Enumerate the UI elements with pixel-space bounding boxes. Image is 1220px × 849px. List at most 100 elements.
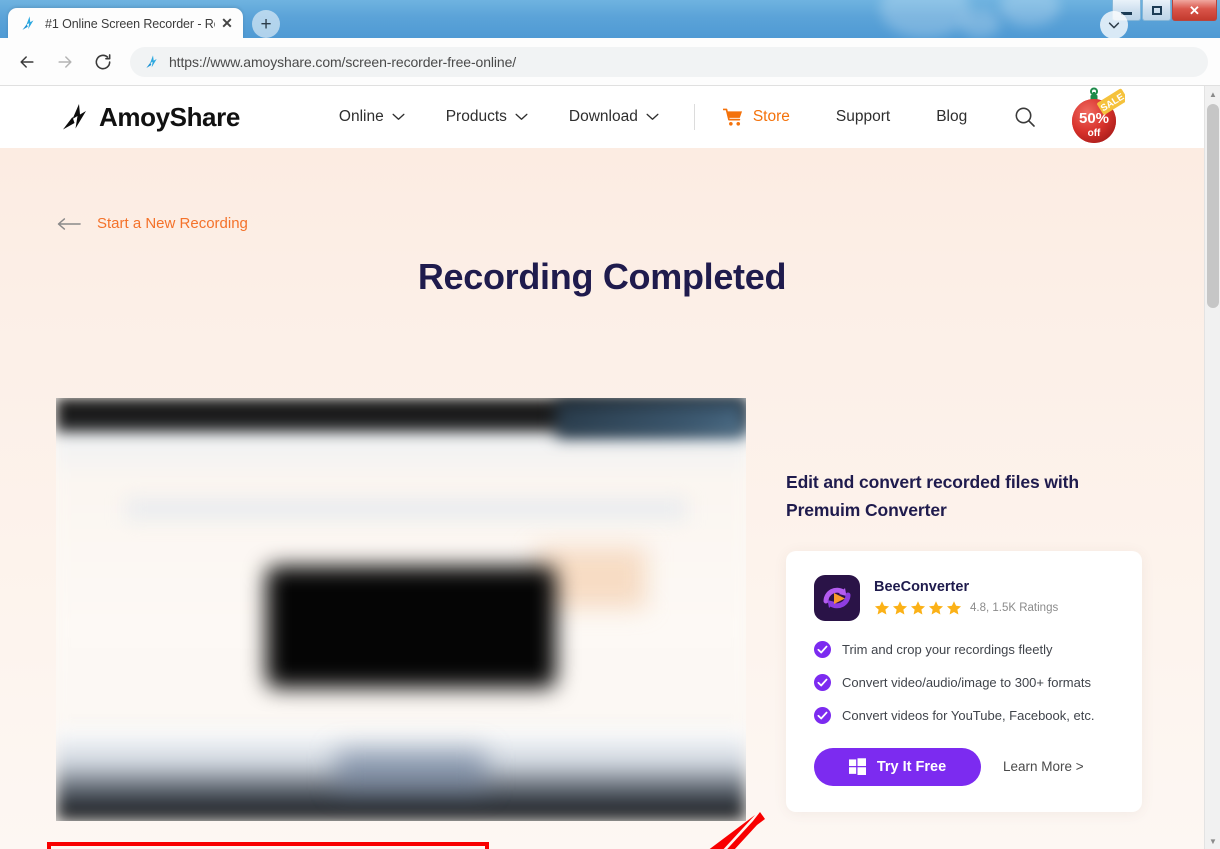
feature-item: Convert videos for YouTube, Facebook, et… — [814, 706, 1114, 724]
maximize-button[interactable] — [1142, 0, 1171, 21]
browser-toolbar: https://www.amoyshare.com/screen-recorde… — [0, 38, 1220, 86]
screenshot-root: ✕ #1 Online Screen Recorder - Rec ✕ + ht… — [0, 0, 1220, 849]
sale-promo-badge[interactable]: 50% off SALE — [1063, 86, 1128, 148]
reload-icon — [95, 53, 111, 69]
svg-text:off: off — [1088, 128, 1101, 139]
feature-text: Convert videos for YouTube, Facebook, et… — [842, 707, 1095, 723]
learn-more-link[interactable]: Learn More > — [1003, 759, 1084, 774]
tab-list-button[interactable] — [1100, 11, 1128, 38]
search-icon — [1015, 107, 1036, 127]
star-icon — [910, 601, 926, 615]
download-controls: Auto WEBM Download — [0, 812, 1204, 849]
amoyshare-favicon-icon — [146, 54, 157, 68]
hero-section: Start a New Recording Recording Complete… — [0, 148, 1204, 849]
web-page: AmoyShare Online Products Download Store… — [0, 86, 1204, 849]
nav-label: Products — [445, 108, 507, 125]
amoyshare-favicon-icon — [22, 16, 34, 30]
beeconverter-app-icon — [814, 574, 860, 621]
preview-blur-layer — [556, 398, 746, 438]
arrow-left-icon — [20, 55, 34, 68]
chevron-down-icon — [392, 113, 405, 120]
titlebar-glow — [960, 10, 1000, 38]
app-meta: BeeConverter 4.8, 1.5K Ratings — [874, 579, 1058, 616]
nav-label: Blog — [936, 108, 968, 125]
recording-preview[interactable] — [56, 398, 746, 821]
annotation-highlight-box — [47, 842, 489, 849]
reload-button[interactable] — [88, 47, 118, 77]
app-name: BeeConverter — [874, 579, 970, 596]
ornament-sale-icon: 50% off SALE — [1072, 87, 1128, 143]
nav-label: Download — [568, 108, 638, 125]
app-rating: 4.8, 1.5K Ratings — [874, 600, 1058, 616]
preview-blur-layer — [126, 498, 686, 520]
nav-label: Support — [835, 108, 891, 125]
nav-item-support[interactable]: Support — [836, 108, 890, 126]
new-tab-button[interactable]: + — [252, 10, 280, 38]
chevron-down-icon — [646, 113, 659, 120]
logo-text: AmoyShare — [99, 101, 240, 132]
page-title: Recording Completed — [417, 256, 787, 297]
star-icon — [928, 601, 944, 615]
scrollbar-thumb[interactable] — [1207, 104, 1219, 308]
windows-icon — [848, 758, 866, 776]
star-rating — [874, 600, 962, 616]
address-bar[interactable]: https://www.amoyshare.com/screen-recorde… — [130, 46, 1208, 77]
promo-panel: Edit and convert recorded files with Pre… — [786, 468, 1142, 812]
feature-text: Convert video/audio/image to 300+ format… — [842, 674, 1091, 690]
feature-item: Convert video/audio/image to 300+ format… — [814, 673, 1114, 691]
star-icon — [874, 601, 890, 615]
titlebar-glow — [880, 0, 970, 38]
nav-divider — [693, 104, 695, 130]
maximize-icon — [1151, 5, 1162, 15]
feature-text: Trim and crop your recordings fleetly — [842, 641, 1053, 657]
nav-item-blog[interactable]: Blog — [936, 108, 967, 126]
nav-item-store[interactable]: Store — [722, 108, 790, 127]
amoyshare-logo-icon — [63, 104, 86, 130]
chevron-down-icon — [515, 113, 528, 120]
annotation-arrow-icon — [709, 812, 765, 849]
star-icon — [892, 601, 908, 615]
card-actions: Try It Free Learn More > — [814, 747, 1114, 786]
url-text: https://www.amoyshare.com/screen-recorde… — [169, 53, 517, 70]
feature-item: Trim and crop your recordings fleetly — [814, 640, 1114, 658]
tab-title: #1 Online Screen Recorder - Rec — [45, 16, 215, 31]
feature-list: Trim and crop your recordings fleetly Co… — [814, 640, 1114, 724]
app-summary: BeeConverter 4.8, 1.5K Ratings — [814, 574, 1114, 621]
search-button[interactable] — [1013, 105, 1037, 129]
browser-tab[interactable]: #1 Online Screen Recorder - Rec ✕ — [8, 8, 243, 38]
nav-label: Online — [338, 108, 384, 125]
site-logo[interactable]: AmoyShare — [62, 102, 240, 133]
tab-close-icon[interactable]: ✕ — [219, 15, 235, 32]
arrow-right-icon — [58, 55, 72, 68]
chevron-down-icon — [1108, 22, 1120, 29]
scroll-up-icon[interactable]: ▲ — [1205, 86, 1220, 102]
site-header: AmoyShare Online Products Download Store… — [0, 86, 1204, 148]
titlebar-glow — [1000, 0, 1060, 26]
back-button[interactable] — [12, 47, 42, 77]
check-circle-icon — [814, 706, 831, 724]
start-new-recording-link[interactable]: Start a New Recording — [57, 215, 248, 232]
star-icon — [946, 601, 962, 615]
arrow-left-icon — [57, 217, 81, 230]
close-icon: ✕ — [1189, 2, 1200, 18]
cart-icon — [722, 108, 742, 126]
preview-blur-layer — [336, 750, 486, 790]
scroll-down-icon[interactable]: ▼ — [1205, 833, 1220, 849]
nav-label: Store — [752, 108, 790, 125]
nav-item-products[interactable]: Products — [446, 108, 528, 126]
site-nav: Online Products Download Store Support B… — [339, 86, 1128, 148]
try-it-free-label: Try It Free — [876, 758, 947, 775]
try-it-free-button[interactable]: Try It Free — [814, 747, 981, 786]
page-viewport: AmoyShare Online Products Download Store… — [0, 86, 1220, 849]
rating-text: 4.8, 1.5K Ratings — [970, 602, 1059, 615]
window-titlebar: ✕ #1 Online Screen Recorder - Rec ✕ + — [0, 0, 1220, 38]
nav-item-online[interactable]: Online — [339, 108, 405, 126]
check-circle-icon — [814, 640, 831, 658]
page-scrollbar[interactable]: ▲ ▼ — [1204, 86, 1220, 849]
close-button[interactable]: ✕ — [1172, 0, 1217, 21]
nav-item-download[interactable]: Download — [569, 108, 659, 126]
forward-button[interactable] — [50, 47, 80, 77]
check-circle-icon — [814, 673, 831, 691]
back-link-label: Start a New Recording — [97, 215, 248, 232]
beeconverter-card: BeeConverter 4.8, 1.5K Ratings Trim and … — [786, 550, 1142, 812]
